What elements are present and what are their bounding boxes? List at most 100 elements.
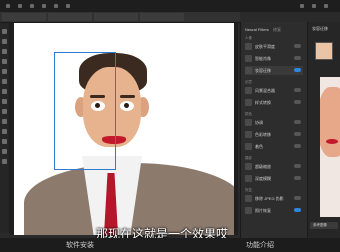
filter-row[interactable]: 智能肖像 (245, 54, 303, 63)
filter-icon (245, 163, 252, 170)
filter-row[interactable]: 协调 (245, 118, 303, 127)
filter-row[interactable]: 照片恢复 (245, 206, 303, 215)
marquee-tool-icon[interactable] (2, 39, 7, 44)
filter-icon (245, 131, 252, 138)
window-control-icon[interactable] (324, 4, 328, 8)
lasso-tool-icon[interactable] (2, 49, 7, 54)
document-tab[interactable] (48, 13, 92, 21)
filter-label: 皮肤平滑度 (255, 44, 275, 49)
filter-label: 风景混合器 (255, 88, 275, 93)
filter-toggle[interactable] (294, 100, 301, 104)
filter-icon (245, 119, 252, 126)
filter-label: 深度模糊 (255, 176, 271, 181)
section-label: 人像 (245, 36, 252, 40)
filter-icon (245, 43, 252, 50)
chapter-label[interactable]: 功能介绍 (246, 240, 274, 250)
reference-thumbnail[interactable] (315, 42, 333, 60)
stamp-tool-icon[interactable] (2, 109, 7, 114)
filter-row-selected[interactable]: 妆容迁移 (245, 66, 303, 75)
chapter-label[interactable]: 软件安装 (66, 240, 94, 250)
filter-icon (245, 143, 252, 150)
menu-item-icon[interactable] (42, 4, 46, 8)
face-selection-box[interactable] (54, 52, 116, 170)
section-label: 恢复 (245, 188, 252, 192)
filter-row[interactable]: 超级缩放 (245, 162, 303, 171)
eraser-tool-icon[interactable] (2, 119, 7, 124)
canvas-area[interactable] (10, 23, 238, 235)
filter-toggle[interactable] (294, 68, 301, 72)
filter-row[interactable]: 样式转换 (245, 98, 303, 107)
filter-label: 样式转换 (255, 100, 271, 105)
reference-preview-image (320, 77, 340, 217)
brush-tool-icon[interactable] (2, 99, 7, 104)
reference-image-button-label: 参考图像 (313, 223, 327, 227)
filter-row[interactable]: 移除 JPEG 伪影 (245, 194, 303, 203)
filter-icon (245, 207, 252, 214)
filter-row[interactable]: 着色 (245, 142, 303, 151)
filter-toggle[interactable] (294, 44, 301, 48)
filter-settings-title: 妆容迁移 (312, 26, 328, 31)
filter-label: 智能肖像 (255, 56, 271, 61)
document-tab[interactable] (140, 13, 184, 21)
panel-tab-neural-filters[interactable]: Neural Filters (245, 27, 269, 32)
panel-tab-repair[interactable]: 修复 (273, 27, 281, 33)
eyebrow-shape (120, 95, 135, 98)
move-tool-icon[interactable] (2, 29, 7, 34)
filter-toggle[interactable] (294, 144, 301, 148)
filter-icon (245, 55, 252, 62)
filter-icon (245, 99, 252, 106)
photo-canvas[interactable] (14, 23, 234, 235)
filter-toggle[interactable] (294, 56, 301, 60)
neural-filters-panel: Neural Filters 修复 人像 皮肤平滑度 智能肖像 妆容迁移 创意 … (240, 22, 307, 238)
filter-row[interactable]: 风景混合器 (245, 86, 303, 95)
filter-label: 移除 JPEG 伪影 (255, 196, 284, 201)
filter-toggle[interactable] (294, 132, 301, 136)
tool-bar (0, 23, 10, 233)
menu-item-icon[interactable] (30, 4, 34, 8)
filter-toggle[interactable] (294, 164, 301, 168)
filter-icon (245, 87, 252, 94)
filter-toggle[interactable] (294, 176, 301, 180)
document-tab[interactable] (94, 13, 138, 21)
window-control-icon[interactable] (312, 4, 316, 8)
filter-icon (245, 67, 252, 74)
filter-row[interactable]: 深度模糊 (245, 174, 303, 183)
filter-label: 照片恢复 (255, 208, 271, 213)
section-label: 颜色 (245, 112, 252, 116)
text-tool-icon[interactable] (2, 139, 7, 144)
healing-tool-icon[interactable] (2, 89, 7, 94)
crop-tool-icon[interactable] (2, 69, 7, 74)
menu-item-icon[interactable] (54, 4, 58, 8)
eyedropper-tool-icon[interactable] (2, 79, 7, 84)
menu-bar (0, 0, 340, 12)
filter-toggle[interactable] (294, 120, 301, 124)
reference-image-button[interactable]: 参考图像 (310, 222, 338, 229)
menu-item-icon[interactable] (66, 4, 70, 8)
filter-label: 超级缩放 (255, 164, 271, 169)
filter-row[interactable]: 色彩转移 (245, 130, 303, 139)
filter-toggle[interactable] (294, 88, 301, 92)
filter-row[interactable]: 皮肤平滑度 (245, 42, 303, 51)
document-tab[interactable] (2, 13, 46, 21)
section-label: 创意 (245, 80, 252, 84)
video-chapter-bar: 软件安装 功能介绍 (0, 238, 340, 252)
app-icon[interactable] (6, 4, 10, 8)
eye-shape (120, 101, 134, 111)
gradient-tool-icon[interactable] (2, 129, 7, 134)
filter-icon (245, 175, 252, 182)
section-label: 摄影 (245, 156, 252, 160)
hand-tool-icon[interactable] (2, 149, 7, 154)
zoom-tool-icon[interactable] (2, 159, 7, 164)
select-tool-icon[interactable] (2, 59, 7, 64)
filter-toggle[interactable] (294, 196, 301, 200)
filter-icon (245, 195, 252, 202)
filter-settings-panel: 妆容迁移 参考图像 (307, 22, 340, 238)
filter-label: 妆容迁移 (255, 68, 271, 73)
filter-label: 着色 (255, 144, 263, 149)
document-tab-bar (0, 12, 240, 23)
filter-label: 协调 (255, 120, 263, 125)
menu-item-icon[interactable] (18, 4, 22, 8)
window-control-icon[interactable] (300, 4, 304, 8)
filter-toggle[interactable] (294, 208, 301, 212)
filter-label: 色彩转移 (255, 132, 271, 137)
